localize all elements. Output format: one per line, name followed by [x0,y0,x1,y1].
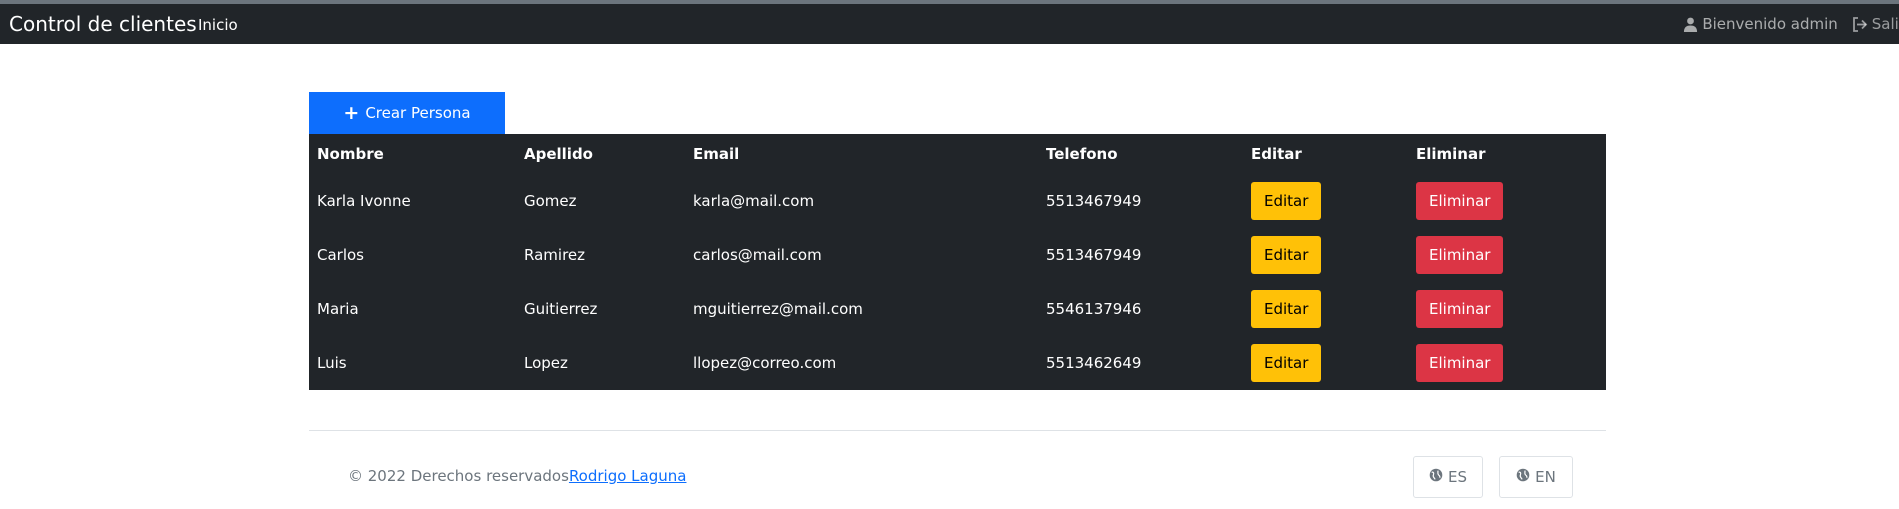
edit-button[interactable]: Editar [1251,236,1322,274]
cell-telefono: 5513467949 [1046,192,1142,210]
logout-link[interactable]: Salir [1852,15,1899,33]
cell-email: llopez@correo.com [693,354,837,372]
cell-nombre: Carlos [317,246,364,264]
brand-title[interactable]: Control de clientes [9,12,197,36]
cell-telefono: 5513462649 [1046,354,1142,372]
header-nombre: Nombre [317,145,384,163]
cell-nombre: Maria [317,300,359,318]
navbar-right: Bienvenido admin Salir [1683,15,1899,33]
create-person-button[interactable]: + Crear Persona [309,92,505,134]
globe-icon [1516,468,1530,486]
cell-nombre: Luis [317,354,347,372]
header-email: Email [693,145,740,163]
edit-cell: Editar [1251,336,1322,390]
author-link[interactable]: Rodrigo Laguna [569,467,687,485]
delete-button[interactable]: Eliminar [1416,182,1504,220]
edit-cell: Editar [1251,282,1322,336]
delete-cell: Eliminar [1416,228,1504,282]
logout-icon [1852,16,1868,32]
delete-button[interactable]: Eliminar [1416,344,1504,382]
cell-apellido: Lopez [524,354,568,372]
header-telefono: Telefono [1046,145,1118,163]
clients-table: Nombre Apellido Email Telefono Editar El… [309,134,1606,390]
table-row: Karla Ivonne Gomez karla@mail.com 551346… [309,174,1606,228]
logout-text: Salir [1871,15,1899,33]
edit-cell: Editar [1251,174,1322,228]
language-en-button[interactable]: EN [1499,456,1573,498]
footer-divider [309,430,1606,431]
delete-cell: Eliminar [1416,174,1504,228]
table-header-row: Nombre Apellido Email Telefono Editar El… [309,134,1606,174]
footer-copyright: © 2022 Derechos reservadosRodrigo Laguna [348,467,686,485]
cell-apellido: Ramirez [524,246,586,264]
table-row: Carlos Ramirez carlos@mail.com 551346794… [309,228,1606,282]
user-icon [1683,17,1698,32]
language-es-label: ES [1448,468,1467,486]
cell-nombre: Karla Ivonne [317,192,411,210]
cell-apellido: Guitierrez [524,300,598,318]
header-eliminar: Eliminar [1416,145,1486,163]
plus-icon: + [343,101,360,124]
cell-apellido: Gomez [524,192,577,210]
delete-cell: Eliminar [1416,336,1504,390]
cell-email: karla@mail.com [693,192,815,210]
welcome-text: Bienvenido admin [1702,15,1838,33]
globe-icon [1429,468,1443,486]
cell-email: mguitierrez@mail.com [693,300,863,318]
cell-telefono: 5546137946 [1046,300,1142,318]
edit-button[interactable]: Editar [1251,344,1322,382]
header-apellido: Apellido [524,145,593,163]
create-person-label: Crear Persona [365,104,471,122]
welcome-user[interactable]: Bienvenido admin [1683,15,1838,33]
delete-button[interactable]: Eliminar [1416,236,1504,274]
table-row: Maria Guitierrez mguitierrez@mail.com 55… [309,282,1606,336]
copyright-text: © 2022 Derechos reservados [348,467,569,485]
table-row: Luis Lopez llopez@correo.com 5513462649 … [309,336,1606,390]
cell-email: carlos@mail.com [693,246,822,264]
delete-cell: Eliminar [1416,282,1504,336]
language-es-button[interactable]: ES [1413,456,1483,498]
edit-button[interactable]: Editar [1251,290,1322,328]
cell-telefono: 5513467949 [1046,246,1142,264]
delete-button[interactable]: Eliminar [1416,290,1504,328]
edit-cell: Editar [1251,228,1322,282]
language-en-label: EN [1535,468,1556,486]
top-navbar: Control de clientes Inicio Bienvenido ad… [0,0,1899,44]
header-editar: Editar [1251,145,1302,163]
edit-button[interactable]: Editar [1251,182,1322,220]
nav-link-inicio[interactable]: Inicio [198,16,238,34]
